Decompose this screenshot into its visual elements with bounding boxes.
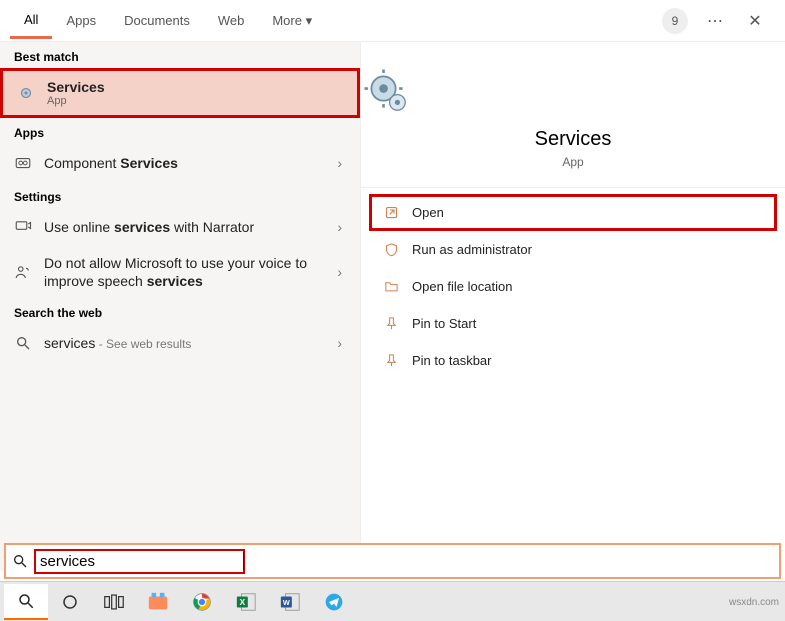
search-tab-row: All Apps Documents Web More ▾ 9 ⋯ ✕	[0, 0, 785, 42]
result-subtitle: App	[47, 95, 317, 107]
taskbar-cortana-button[interactable]	[48, 584, 92, 620]
search-icon	[12, 332, 34, 354]
folder-icon	[382, 279, 400, 294]
svg-text:X: X	[240, 597, 246, 606]
tab-all[interactable]: All	[10, 3, 52, 39]
section-apps: Apps	[0, 118, 360, 144]
result-component-services[interactable]: Component Services ›	[0, 144, 360, 182]
action-open-location[interactable]: Open file location	[369, 268, 777, 305]
action-pin-start[interactable]: Pin to Start	[369, 305, 777, 342]
search-input[interactable]	[34, 549, 245, 574]
result-web-services[interactable]: services - See web results ›	[0, 324, 360, 362]
results-column: Best match Services App Apps Component S…	[0, 42, 360, 571]
svg-text:W: W	[283, 597, 290, 606]
action-label: Open	[412, 205, 444, 220]
search-field[interactable]	[4, 543, 781, 579]
detail-title: Services	[361, 128, 785, 151]
watermark: wsxdn.com	[729, 597, 779, 608]
recent-badge[interactable]: 9	[659, 5, 691, 37]
action-label: Pin to taskbar	[412, 353, 492, 368]
result-text-bold: services	[114, 219, 170, 235]
pin-icon	[382, 353, 400, 368]
taskbar: X W wsxdn.com	[0, 581, 785, 621]
shield-icon	[382, 242, 400, 257]
taskbar-chrome[interactable]	[180, 584, 224, 620]
pin-icon	[382, 316, 400, 331]
result-text-bold: services	[147, 273, 203, 289]
taskbar-excel[interactable]: X	[224, 584, 268, 620]
action-pin-taskbar[interactable]: Pin to taskbar	[369, 342, 777, 379]
result-services[interactable]: Services App	[0, 68, 360, 118]
section-best-match: Best match	[0, 42, 360, 68]
action-label: Pin to Start	[412, 316, 476, 331]
more-options-icon[interactable]: ⋯	[699, 5, 731, 37]
gear-large-icon	[361, 66, 785, 118]
detail-column: Services App Open Run as administrator O…	[360, 42, 785, 571]
action-label: Open file location	[412, 279, 512, 294]
result-text-hint: - See web results	[95, 337, 191, 351]
section-web: Search the web	[0, 298, 360, 324]
taskbar-telegram[interactable]	[312, 584, 356, 620]
result-text-bold: Services	[120, 155, 178, 171]
text-caret	[243, 552, 244, 570]
chevron-right-icon: ›	[337, 335, 348, 351]
taskbar-app-1[interactable]	[136, 584, 180, 620]
speech-icon	[12, 261, 34, 283]
result-text-pre: Component	[44, 155, 120, 171]
chevron-right-icon: ›	[337, 219, 348, 235]
detail-subtitle: App	[361, 155, 785, 169]
taskbar-taskview-button[interactable]	[92, 584, 136, 620]
open-icon	[382, 205, 400, 220]
search-icon	[12, 553, 28, 569]
tab-web[interactable]: Web	[204, 4, 259, 37]
taskbar-search-button[interactable]	[4, 584, 48, 620]
result-text-post: with Narrator	[170, 219, 254, 235]
tab-more[interactable]: More ▾	[258, 4, 326, 38]
result-text-term: services	[44, 335, 95, 351]
section-settings: Settings	[0, 182, 360, 208]
chevron-right-icon: ›	[337, 155, 348, 171]
result-narrator-services[interactable]: Use online services with Narrator ›	[0, 208, 360, 246]
result-title: Services	[47, 79, 317, 95]
component-icon	[12, 152, 34, 174]
action-label: Run as administrator	[412, 242, 532, 257]
gear-icon	[15, 82, 37, 104]
action-open[interactable]: Open	[369, 194, 777, 231]
tab-apps[interactable]: Apps	[52, 4, 110, 37]
chevron-right-icon: ›	[337, 264, 348, 280]
result-text-pre: Use online	[44, 219, 114, 235]
narrator-icon	[12, 216, 34, 238]
taskbar-word[interactable]: W	[268, 584, 312, 620]
close-icon[interactable]: ✕	[739, 5, 771, 37]
action-run-admin[interactable]: Run as administrator	[369, 231, 777, 268]
tab-documents[interactable]: Documents	[110, 4, 204, 37]
result-speech-services[interactable]: Do not allow Microsoft to use your voice…	[0, 246, 360, 298]
chevron-down-icon: ▾	[306, 13, 313, 28]
